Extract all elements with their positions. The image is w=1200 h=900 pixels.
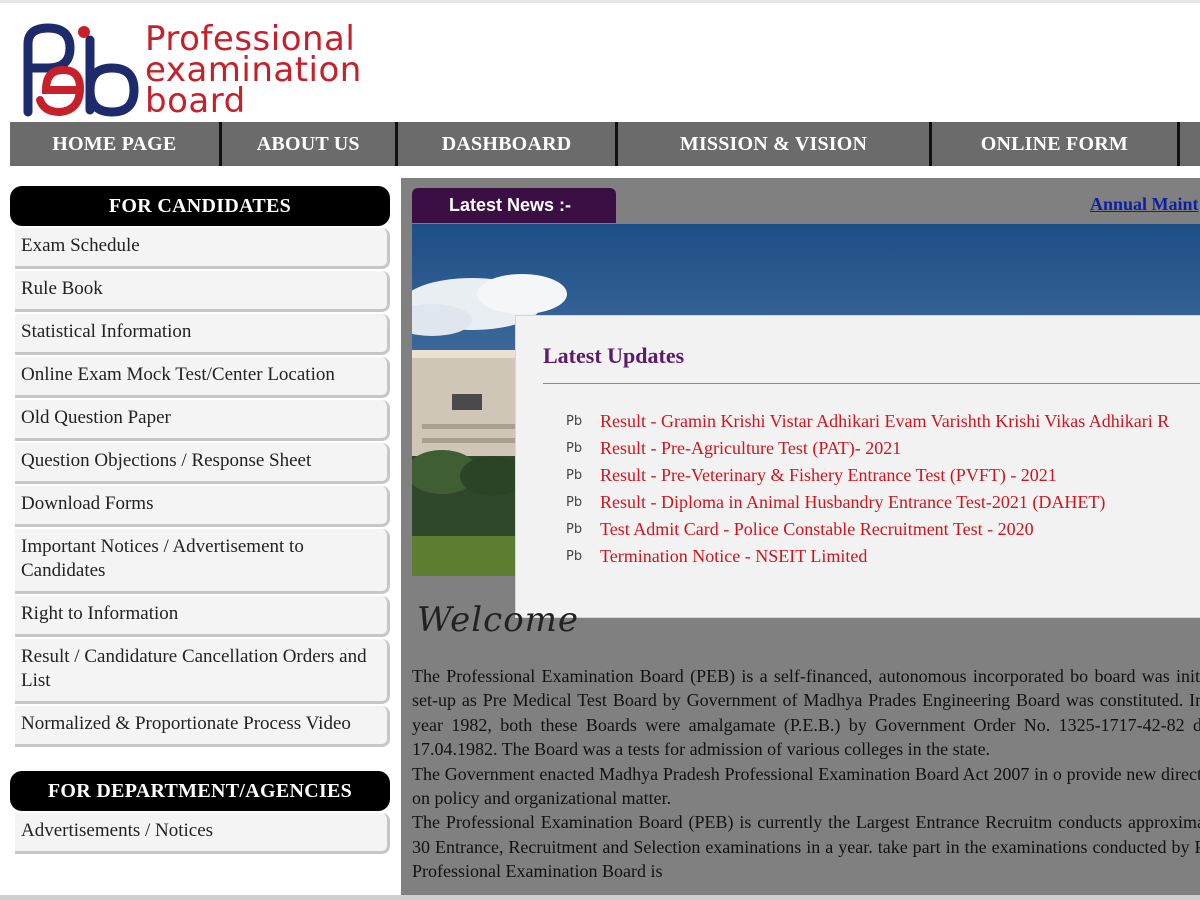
sidebar-item-old-question-paper[interactable]: Old Question Paper — [15, 400, 390, 441]
sidebar-item-exam-schedule[interactable]: Exam Schedule — [15, 228, 390, 269]
candidates-menu: Exam Schedule Rule Book Statistical Info… — [15, 228, 390, 747]
peb-mini-logo-icon: Pb — [566, 468, 583, 483]
nav-online-form[interactable]: ONLINE FORM — [932, 122, 1181, 166]
sidebar-item-normalized-process-video[interactable]: Normalized & Proportionate Process Video — [15, 706, 390, 747]
main-nav: HOME PAGE ABOUT US DASHBOARD MISSION & V… — [10, 122, 1200, 166]
peb-logo-mark-icon — [23, 23, 139, 117]
sidebar-item-rule-book[interactable]: Rule Book — [15, 271, 390, 312]
peb-mini-logo-icon: Pb — [566, 441, 583, 456]
sidebar-item-advertisements-notices[interactable]: Advertisements / Notices — [15, 813, 390, 854]
latest-updates-panel: Latest Updates Pb Result - Gramin Krishi… — [515, 315, 1200, 618]
logo-wordmark: Professional examination board — [145, 22, 362, 121]
welcome-heading: Welcome — [417, 600, 580, 640]
sidebar-item-mock-test-center-location[interactable]: Online Exam Mock Test/Center Location — [15, 357, 390, 398]
sidebar-heading-departments: FOR DEPARTMENT/AGENCIES — [10, 771, 390, 811]
update-link[interactable]: Result - Pre-Veterinary & Fishery Entran… — [600, 465, 1057, 486]
departments-menu: Advertisements / Notices — [15, 813, 390, 854]
main-content: Latest News :- Annual Maint Latest Updat… — [401, 178, 1200, 900]
latest-updates-title: Latest Updates — [543, 343, 685, 368]
peb-mini-logo-icon: Pb — [566, 522, 583, 537]
list-item[interactable]: Pb Result - Pre-Agriculture Test (PAT)- … — [566, 435, 1200, 462]
sidebar: FOR CANDIDATES Exam Schedule Rule Book S… — [10, 186, 391, 900]
update-link[interactable]: Test Admit Card - Police Constable Recru… — [600, 519, 1034, 540]
nav-about-us[interactable]: ABOUT US — [222, 122, 398, 166]
updates-divider — [543, 383, 1200, 384]
latest-news-label: Latest News :- — [412, 188, 616, 223]
news-ticker-link[interactable]: Annual Maint — [1090, 194, 1199, 215]
list-item[interactable]: Pb Result - Gramin Krishi Vistar Adhikar… — [566, 408, 1200, 435]
horizontal-scrollbar[interactable] — [0, 895, 1200, 900]
nav-mission-vision[interactable]: MISSION & VISION — [618, 122, 932, 166]
welcome-paragraph-1: The Professional Examination Board (PEB)… — [412, 666, 1200, 760]
welcome-text: The Professional Examination Board (PEB)… — [412, 664, 1200, 884]
update-link[interactable]: Result - Pre-Agriculture Test (PAT)- 202… — [600, 438, 901, 459]
peb-logo[interactable]: Professional examination board — [18, 20, 361, 120]
list-item[interactable]: Pb Result - Diploma in Animal Husbandry … — [566, 489, 1200, 516]
top-border — [0, 0, 1200, 3]
welcome-paragraph-2: The Government enacted Madhya Pradesh Pr… — [412, 763, 1200, 809]
update-link[interactable]: Result - Gramin Krishi Vistar Adhikari E… — [600, 411, 1169, 432]
nav-home-page[interactable]: HOME PAGE — [10, 122, 222, 166]
update-link[interactable]: Termination Notice - NSEIT Limited — [600, 546, 867, 567]
sidebar-item-statistical-information[interactable]: Statistical Information — [15, 314, 390, 355]
nav-item-overflow[interactable] — [1180, 122, 1200, 166]
updates-list: Pb Result - Gramin Krishi Vistar Adhikar… — [566, 408, 1200, 570]
sidebar-item-important-notices[interactable]: Important Notices / Advertisement to Can… — [15, 529, 390, 594]
list-item[interactable]: Pb Test Admit Card - Police Constable Re… — [566, 516, 1200, 543]
nav-dashboard[interactable]: DASHBOARD — [398, 122, 619, 166]
peb-mini-logo-icon: Pb — [566, 495, 583, 510]
sidebar-item-question-objections[interactable]: Question Objections / Response Sheet — [15, 443, 390, 484]
welcome-paragraph-3: The Professional Examination Board (PEB)… — [412, 812, 1200, 882]
logo-line-3: board — [145, 81, 246, 121]
list-item[interactable]: Pb Result - Pre-Veterinary & Fishery Ent… — [566, 462, 1200, 489]
sidebar-heading-candidates: FOR CANDIDATES — [10, 186, 390, 226]
sidebar-item-right-to-information[interactable]: Right to Information — [15, 596, 390, 637]
sidebar-item-result-cancellation-orders[interactable]: Result / Candidature Cancellation Orders… — [15, 639, 390, 704]
update-link[interactable]: Result - Diploma in Animal Husbandry Ent… — [600, 492, 1105, 513]
list-item[interactable]: Pb Termination Notice - NSEIT Limited — [566, 543, 1200, 570]
peb-mini-logo-icon: Pb — [566, 414, 583, 429]
peb-mini-logo-icon: Pb — [566, 549, 583, 564]
sidebar-item-download-forms[interactable]: Download Forms — [15, 486, 390, 527]
